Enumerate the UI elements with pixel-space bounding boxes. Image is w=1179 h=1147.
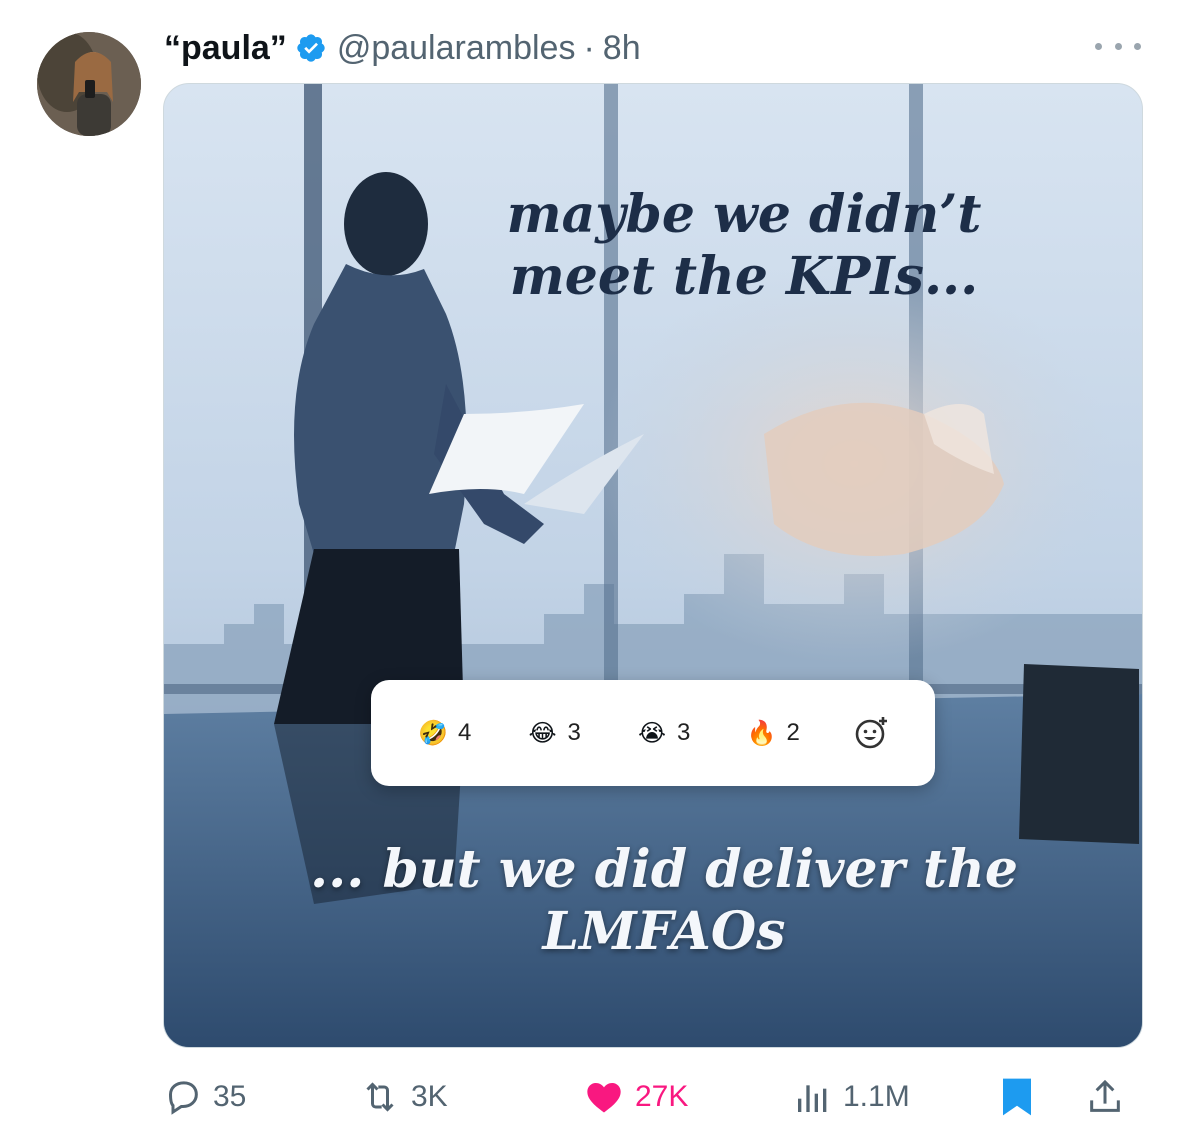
reaction-count: 4 bbox=[458, 719, 472, 746]
verified-badge-icon bbox=[297, 34, 325, 62]
avatar-photo bbox=[37, 32, 141, 136]
reply-icon bbox=[168, 1081, 198, 1115]
share-button[interactable] bbox=[1085, 1076, 1125, 1118]
reaction-sob[interactable]: 😭 3 bbox=[635, 716, 690, 750]
repost-icon bbox=[366, 1082, 394, 1112]
joy-emoji-icon: 😂 bbox=[528, 719, 557, 747]
add-reaction-icon[interactable] bbox=[854, 715, 890, 751]
reaction-joy[interactable]: 😂 3 bbox=[526, 716, 581, 750]
separator: · bbox=[583, 28, 595, 67]
views-icon bbox=[798, 1085, 827, 1112]
fire-emoji-icon: 🔥 bbox=[746, 719, 777, 747]
action-bar: 35 3K 27K 1.1M bbox=[163, 1067, 1143, 1127]
bookmark-icon bbox=[1003, 1078, 1031, 1116]
views-button[interactable]: 1.1M bbox=[793, 1077, 910, 1117]
repost-button[interactable]: 3K bbox=[359, 1077, 448, 1117]
like-button[interactable]: 27K bbox=[583, 1077, 688, 1117]
rofl-emoji-icon: 🤣 bbox=[418, 719, 448, 747]
timestamp[interactable]: 8h bbox=[603, 29, 641, 68]
bookmark-button[interactable] bbox=[999, 1076, 1035, 1118]
display-name[interactable]: “paula” bbox=[164, 29, 287, 68]
avatar[interactable] bbox=[37, 32, 141, 136]
caption-bottom: ... but we did deliver the LMFAOs bbox=[310, 839, 1018, 963]
post-header: “paula” @paularambles · 8h bbox=[164, 28, 641, 68]
reply-button[interactable]: 35 bbox=[163, 1077, 246, 1117]
reply-count: 35 bbox=[213, 1080, 247, 1113]
like-count: 27K bbox=[635, 1080, 689, 1113]
reaction-bar: 🤣 4 😂 3 😭 3 🔥 2 bbox=[371, 680, 935, 786]
reaction-count: 2 bbox=[786, 719, 800, 746]
more-icon[interactable] bbox=[1095, 36, 1141, 56]
share-icon bbox=[1090, 1079, 1120, 1112]
handle[interactable]: @paularambles bbox=[337, 29, 576, 68]
reaction-count: 3 bbox=[676, 719, 691, 746]
sob-emoji-icon: 😭 bbox=[637, 719, 666, 747]
caption-top: maybe we didn’t meet the KPIs... bbox=[506, 184, 982, 308]
reaction-fire[interactable]: 🔥 2 bbox=[744, 716, 800, 750]
reaction-rofl[interactable]: 🤣 4 bbox=[416, 716, 471, 750]
views-count: 1.1M bbox=[843, 1080, 910, 1113]
like-icon bbox=[587, 1083, 621, 1113]
post-media[interactable]: maybe we didn’t meet the KPIs... 🤣 4 😂 3… bbox=[163, 83, 1143, 1048]
repost-count: 3K bbox=[411, 1080, 448, 1113]
reaction-count: 3 bbox=[567, 719, 581, 746]
